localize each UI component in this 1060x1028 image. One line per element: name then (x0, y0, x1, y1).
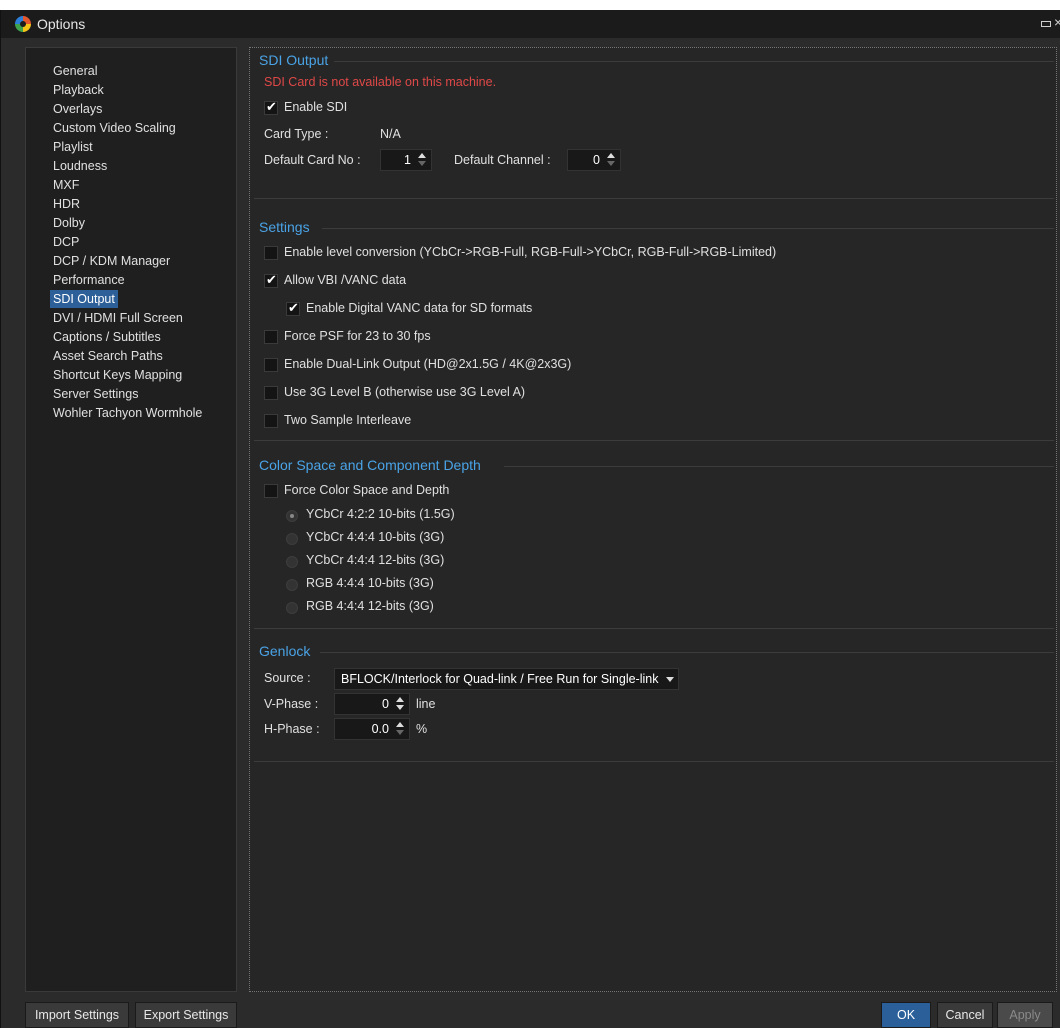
group-divider (320, 652, 1054, 653)
two-sample-interleave-label: Two Sample Interleave (284, 413, 412, 427)
sdi-card-warning: SDI Card is not available on this machin… (264, 75, 497, 89)
force-psf-checkbox[interactable] (264, 330, 278, 344)
digital-vanc-sd-label: Enable Digital VANC data for SD formats (306, 301, 533, 315)
force-psf-label: Force PSF for 23 to 30 fps (284, 329, 431, 343)
close-icon[interactable]: × (1054, 14, 1060, 30)
radio-ycbcr-422-10-label: YCbCr 4:2:2 10-bits (1.5G) (306, 507, 455, 521)
app-logo-icon (15, 16, 31, 32)
group-title-genlock: Genlock (259, 643, 317, 659)
sidebar-item-performance[interactable]: Performance (50, 271, 128, 289)
group-title-color-space: Color Space and Component Depth (259, 457, 487, 473)
group-title-sdi-output: SDI Output (259, 52, 335, 68)
top-strip (0, 0, 1060, 10)
radio-ycbcr-444-12-label: YCbCr 4:4:4 12-bits (3G) (306, 553, 445, 567)
title-bar: Options × (1, 10, 1060, 38)
vphase-label: V-Phase : (264, 697, 319, 711)
color-space-group: Color Space and Component Depth Force Co… (254, 448, 1054, 629)
cancel-button[interactable]: Cancel (937, 1002, 993, 1028)
two-sample-interleave-checkbox[interactable] (264, 414, 278, 428)
settings-group: Settings Enable level conversion (YCbCr-… (254, 208, 1054, 441)
radio-ycbcr-444-12[interactable] (286, 556, 298, 568)
3g-level-b-label: Use 3G Level B (otherwise use 3G Level A… (284, 385, 526, 399)
radio-rgb-444-10[interactable] (286, 579, 298, 591)
import-settings-button[interactable]: Import Settings (25, 1002, 129, 1028)
spin-arrows-icon[interactable] (393, 695, 407, 713)
default-channel-spinbox[interactable]: 0 (567, 149, 621, 171)
hphase-value: 0.0 (371, 722, 389, 736)
sidebar-item-sdi-output[interactable]: SDI Output (50, 290, 118, 308)
genlock-group: Genlock Source : BFLOCK/Interlock for Qu… (254, 636, 1054, 762)
sidebar-item-hdr[interactable]: HDR (50, 195, 83, 213)
sidebar-item-captions-subtitles[interactable]: Captions / Subtitles (50, 328, 164, 346)
sidebar-item-dcp-kdm-manager[interactable]: DCP / KDM Manager (50, 252, 173, 270)
spin-arrows-icon[interactable] (393, 720, 407, 738)
dual-link-label: Enable Dual-Link Output (HD@2x1.5G / 4K@… (284, 357, 572, 371)
sidebar-item-dcp[interactable]: DCP (50, 233, 82, 251)
sidebar-item-loudness[interactable]: Loudness (50, 157, 110, 175)
digital-vanc-sd-checkbox[interactable] (286, 300, 300, 316)
group-divider (504, 466, 1054, 467)
vphase-spinbox[interactable]: 0 (334, 693, 410, 715)
sidebar-item-playback[interactable]: Playback (50, 81, 107, 99)
enable-sdi-checkbox[interactable] (264, 99, 278, 115)
sidebar-item-asset-search-paths[interactable]: Asset Search Paths (50, 347, 166, 365)
sidebar-item-overlays[interactable]: Overlays (50, 100, 105, 118)
default-channel-label: Default Channel : (454, 153, 551, 167)
genlock-source-dropdown[interactable]: BFLOCK/Interlock for Quad-link / Free Ru… (334, 668, 679, 690)
hphase-label: H-Phase : (264, 722, 320, 736)
sidebar-item-shortcut-keys-mapping[interactable]: Shortcut Keys Mapping (50, 366, 185, 384)
sidebar-item-general[interactable]: General (50, 62, 100, 80)
force-color-space-checkbox[interactable] (264, 484, 278, 498)
radio-ycbcr-444-10-label: YCbCr 4:4:4 10-bits (3G) (306, 530, 445, 544)
hphase-unit: % (416, 722, 428, 736)
sidebar-item-dvi-hdmi-full-screen[interactable]: DVI / HDMI Full Screen (50, 309, 186, 327)
level-conversion-label: Enable level conversion (YCbCr->RGB-Full… (284, 245, 777, 259)
default-card-label: Default Card No : (264, 153, 361, 167)
radio-rgb-444-12[interactable] (286, 602, 298, 614)
sidebar-item-dolby[interactable]: Dolby (50, 214, 88, 232)
level-conversion-checkbox[interactable] (264, 246, 278, 260)
default-card-spinbox[interactable]: 1 (380, 149, 432, 171)
allow-vbi-vanc-label: Allow VBI /VANC data (284, 273, 407, 287)
sidebar-item-wohler-tachyon-wormhole[interactable]: Wohler Tachyon Wormhole (50, 404, 205, 422)
settings-panel: SDI Output SDI Card is not available on … (249, 47, 1057, 992)
default-card-value: 1 (404, 153, 411, 167)
card-type-label: Card Type : (264, 127, 329, 141)
sdi-output-group: SDI Output SDI Card is not available on … (254, 48, 1054, 199)
radio-rgb-444-10-label: RGB 4:4:4 10-bits (3G) (306, 576, 434, 590)
options-category-list: General Playback Overlays Custom Video S… (25, 47, 237, 992)
ok-button[interactable]: OK (881, 1002, 931, 1028)
card-type-value: N/A (380, 127, 401, 141)
genlock-source-value: BFLOCK/Interlock for Quad-link / Free Ru… (341, 672, 659, 686)
sidebar-item-server-settings[interactable]: Server Settings (50, 385, 141, 403)
force-color-space-label: Force Color Space and Depth (284, 483, 450, 497)
export-settings-button[interactable]: Export Settings (135, 1002, 237, 1028)
chevron-down-icon (666, 677, 674, 682)
sidebar-item-playlist[interactable]: Playlist (50, 138, 96, 156)
enable-sdi-label: Enable SDI (284, 100, 348, 114)
vphase-value: 0 (382, 697, 389, 711)
radio-ycbcr-422-10[interactable] (286, 510, 298, 522)
options-window: Options × General Playback Overlays Cust… (0, 10, 1060, 1028)
group-divider (322, 228, 1054, 229)
allow-vbi-vanc-checkbox[interactable] (264, 272, 278, 288)
radio-ycbcr-444-10[interactable] (286, 533, 298, 545)
dual-link-checkbox[interactable] (264, 358, 278, 372)
spin-arrows-icon[interactable] (604, 151, 618, 169)
group-divider (334, 61, 1054, 62)
vphase-unit: line (416, 697, 436, 711)
default-channel-value: 0 (593, 153, 600, 167)
source-label: Source : (264, 671, 311, 685)
sidebar-item-mxf[interactable]: MXF (50, 176, 82, 194)
window-title: Options (37, 16, 86, 32)
apply-button[interactable]: Apply (997, 1002, 1053, 1028)
restore-icon[interactable] (1041, 21, 1051, 27)
radio-rgb-444-12-label: RGB 4:4:4 12-bits (3G) (306, 599, 434, 613)
spin-arrows-icon[interactable] (415, 151, 429, 169)
group-title-settings: Settings (259, 219, 316, 235)
hphase-spinbox[interactable]: 0.0 (334, 718, 410, 740)
sidebar-item-custom-video-scaling[interactable]: Custom Video Scaling (50, 119, 179, 137)
3g-level-b-checkbox[interactable] (264, 386, 278, 400)
